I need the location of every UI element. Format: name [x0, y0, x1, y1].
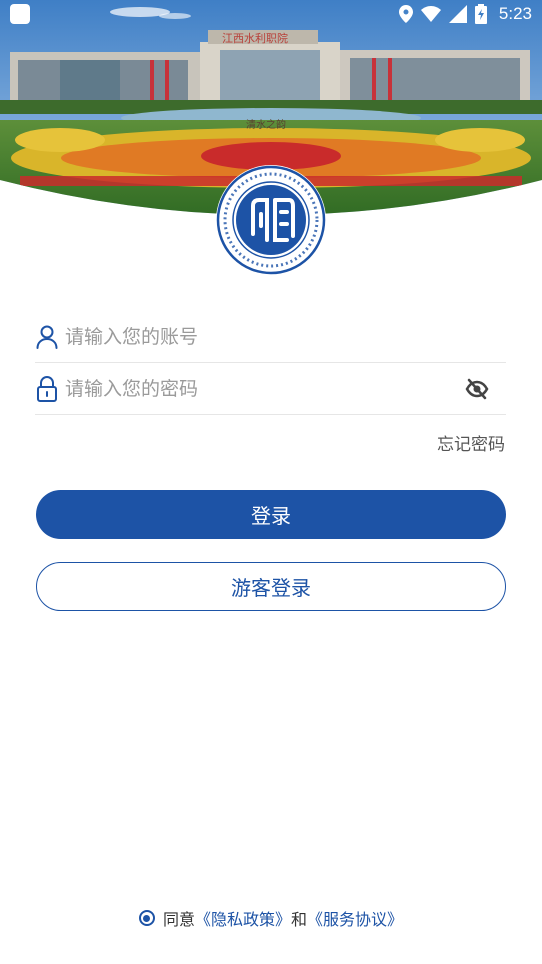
signal-icon: [448, 5, 467, 23]
forgot-password-link[interactable]: 忘记密码: [437, 430, 505, 455]
wifi-icon: [420, 6, 441, 22]
app-notification-icon: [10, 4, 30, 24]
lock-icon: [35, 375, 59, 402]
user-icon: [35, 325, 59, 349]
agreement-prefix: 同意: [162, 910, 195, 929]
school-logo: [215, 164, 327, 276]
status-bar: 5:23: [0, 0, 542, 28]
location-icon: [398, 5, 413, 23]
account-input[interactable]: [65, 316, 506, 357]
password-visibility-toggle[interactable]: [462, 374, 492, 404]
eye-off-icon: [465, 378, 489, 399]
battery-icon: [474, 4, 487, 24]
stone-inscription-text: 清水之韵: [246, 120, 286, 131]
guest-login-button[interactable]: 游客登录: [36, 562, 506, 611]
password-input[interactable]: [65, 368, 462, 409]
agreement-radio[interactable]: [138, 910, 155, 926]
account-field: [35, 311, 506, 363]
service-agreement-link[interactable]: 《服务协议》: [307, 906, 403, 930]
status-icons: 5:23: [398, 4, 532, 24]
agreement-row: 同意 《隐私政策》 和 《服务协议》: [0, 905, 542, 931]
building-sign-text: 江西水利职院: [222, 32, 288, 45]
password-field: [35, 363, 506, 415]
status-time: 5:23: [498, 4, 532, 23]
login-button[interactable]: 登录: [36, 490, 506, 539]
privacy-policy-link[interactable]: 《隐私政策》: [195, 906, 291, 930]
radio-checked-dot: [143, 914, 151, 922]
agreement-conjunction: 和: [291, 910, 308, 929]
